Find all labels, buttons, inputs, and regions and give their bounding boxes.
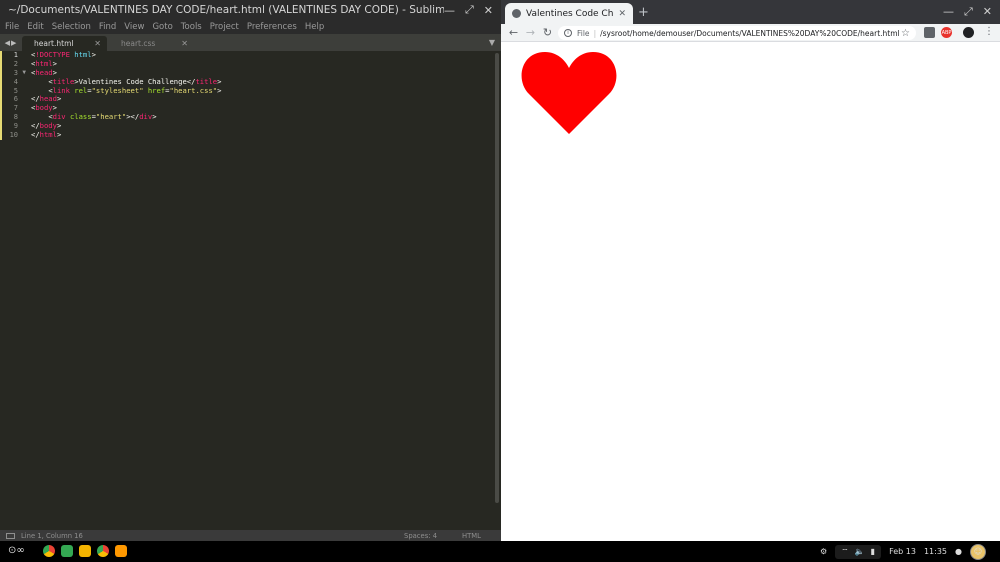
sublime-window: ~/Documents/VALENTINES DAY CODE/heart.ht… [0,0,501,541]
menu-edit[interactable]: Edit [27,22,43,32]
sublime-app-icon[interactable] [115,545,127,557]
line-number: 10 [0,131,28,140]
profile-icon[interactable] [963,27,974,38]
window-controls: — ⤢ ✕ [943,5,992,19]
menu-bar: File Edit Selection Find View Goto Tools… [0,20,501,34]
window-controls: — ⤢ ✕ [444,3,501,17]
menu-preferences[interactable]: Preferences [247,22,297,32]
adblock-icon[interactable]: ABP [941,27,952,38]
address-bar[interactable]: i File | /sysroot/home/demouser/Document… [558,26,916,40]
window-title: ~/Documents/VALENTINES DAY CODE/heart.ht… [8,4,444,16]
scheme-chip[interactable]: File [577,29,590,38]
tab-label: heart.css [121,39,156,48]
taskbar: ⊙∞ ⚙ ⌔ 🔈 ▮ Feb 13 11:35 ● ☺ [0,541,1000,562]
chrome-app-icon[interactable] [43,545,55,557]
editor-tab-bar: ◀▶ heart.html ✕ heart.css ✕ ▼ [0,34,501,51]
page-viewport [501,42,1000,541]
forward-arrow-icon[interactable]: → [522,26,539,39]
line-number: 3 ▼ [0,68,28,78]
cursor-position: Line 1, Column 16 [21,531,83,540]
star-icon[interactable]: ☆ [901,28,910,39]
tab-title: Valentines Code Challen [526,8,614,19]
code-line[interactable]: <!DOCTYPE html> [31,50,221,60]
code-editor[interactable]: 1 2 3 ▼ 4 5 6 7 8 9 10 <!DOCTYPE html> <ht… [0,50,501,530]
new-tab-icon[interactable]: + [638,5,649,20]
close-icon[interactable]: ✕ [181,39,188,48]
date[interactable]: Feb 13 [889,547,916,556]
app-icon[interactable] [61,545,73,557]
chrome-tab-strip: Valentines Code Challen ✕ + — ⤢ ✕ [501,0,1000,24]
reload-icon[interactable]: ↻ [539,26,556,39]
menu-file[interactable]: File [5,22,19,32]
line-number: 5 [0,86,28,96]
kebab-menu-icon[interactable]: ⋮ [984,26,994,37]
menu-help[interactable]: Help [305,22,324,32]
code-line[interactable]: </html> [31,130,221,140]
extension-icon[interactable] [924,27,935,38]
files-app-icon[interactable] [79,545,91,557]
line-number: 1 [0,51,28,60]
close-icon[interactable]: ✕ [983,5,992,19]
menu-view[interactable]: View [124,22,144,32]
wifi-icon: ⌔ [841,546,849,556]
tab-dropdown-icon[interactable]: ▼ [483,34,501,51]
chrome-window: Valentines Code Challen ✕ + — ⤢ ✕ ← → ↻ … [501,0,1000,541]
separator: | [593,28,597,38]
url-text[interactable]: /sysroot/home/demouser/Documents/VALENTI… [600,29,901,38]
line-number: 9 [0,122,28,132]
minimize-icon[interactable]: — [943,5,954,19]
status-bar: Line 1, Column 16 Spaces: 4 HTML [0,530,501,541]
menu-goto[interactable]: Goto [152,22,172,32]
globe-icon [512,9,521,18]
close-icon[interactable]: ✕ [618,9,626,19]
line-gutter: 1 2 3 ▼ 4 5 6 7 8 9 10 [0,51,28,530]
clock[interactable]: 11:35 [924,547,947,556]
line-number: 4 [0,77,28,87]
volume-icon: 🔈 [854,547,865,556]
notification-dot-icon: ● [955,547,962,556]
menu-find[interactable]: Find [99,22,116,32]
code-content: <!DOCTYPE html> <html> <head> <title>Valen… [31,50,221,140]
close-icon[interactable]: ✕ [484,4,493,17]
browser-tab[interactable]: Valentines Code Challen ✕ [505,3,633,24]
launcher-icon[interactable]: ⊙∞ [8,545,25,556]
tab-label: heart.html [34,39,74,48]
line-number: 6 [0,95,28,105]
sublime-titlebar: ~/Documents/VALENTINES DAY CODE/heart.ht… [0,0,501,20]
avatar[interactable]: ☺ [970,543,986,560]
maximize-icon[interactable]: ⤢ [465,3,474,17]
minimize-icon[interactable]: — [444,4,455,17]
tray-status-area[interactable]: ⌔ 🔈 ▮ [835,544,882,559]
line-number: 2 [0,59,28,69]
menu-project[interactable]: Project [210,22,239,32]
code-line[interactable]: <html> [31,59,221,69]
chrome-toolbar: ← → ↻ i File | /sysroot/home/demouser/Do… [501,24,1000,42]
line-number: 7 [0,104,28,114]
tab-nav-arrows-icon[interactable]: ◀▶ [0,34,22,51]
line-number: 8 [0,113,28,123]
info-icon[interactable]: i [564,29,572,37]
maximize-icon[interactable]: ⤢ [964,5,973,19]
fold-arrow-icon[interactable]: ▼ [22,69,26,78]
battery-icon: ▮ [870,547,876,556]
close-icon[interactable]: ✕ [94,39,101,48]
gear-icon[interactable]: ⚙ [820,547,827,556]
system-tray: ⚙ ⌔ 🔈 ▮ Feb 13 11:35 ● ☺ [820,541,986,562]
menu-tools[interactable]: Tools [181,22,202,32]
heart-shape [521,52,617,134]
tab-heart-css[interactable]: heart.css ✕ [109,36,194,51]
editor-scrollbar[interactable] [495,53,499,503]
code-line[interactable]: </head> [31,95,221,104]
tab-heart-html[interactable]: heart.html ✕ [22,36,107,51]
browser-app-icon[interactable] [97,545,109,557]
indentation-setting[interactable]: Spaces: 4 [404,532,437,540]
panel-toggle-icon[interactable] [6,532,15,539]
syntax-selector[interactable]: HTML [462,532,481,540]
menu-selection[interactable]: Selection [52,22,91,32]
back-arrow-icon[interactable]: ← [505,26,522,39]
